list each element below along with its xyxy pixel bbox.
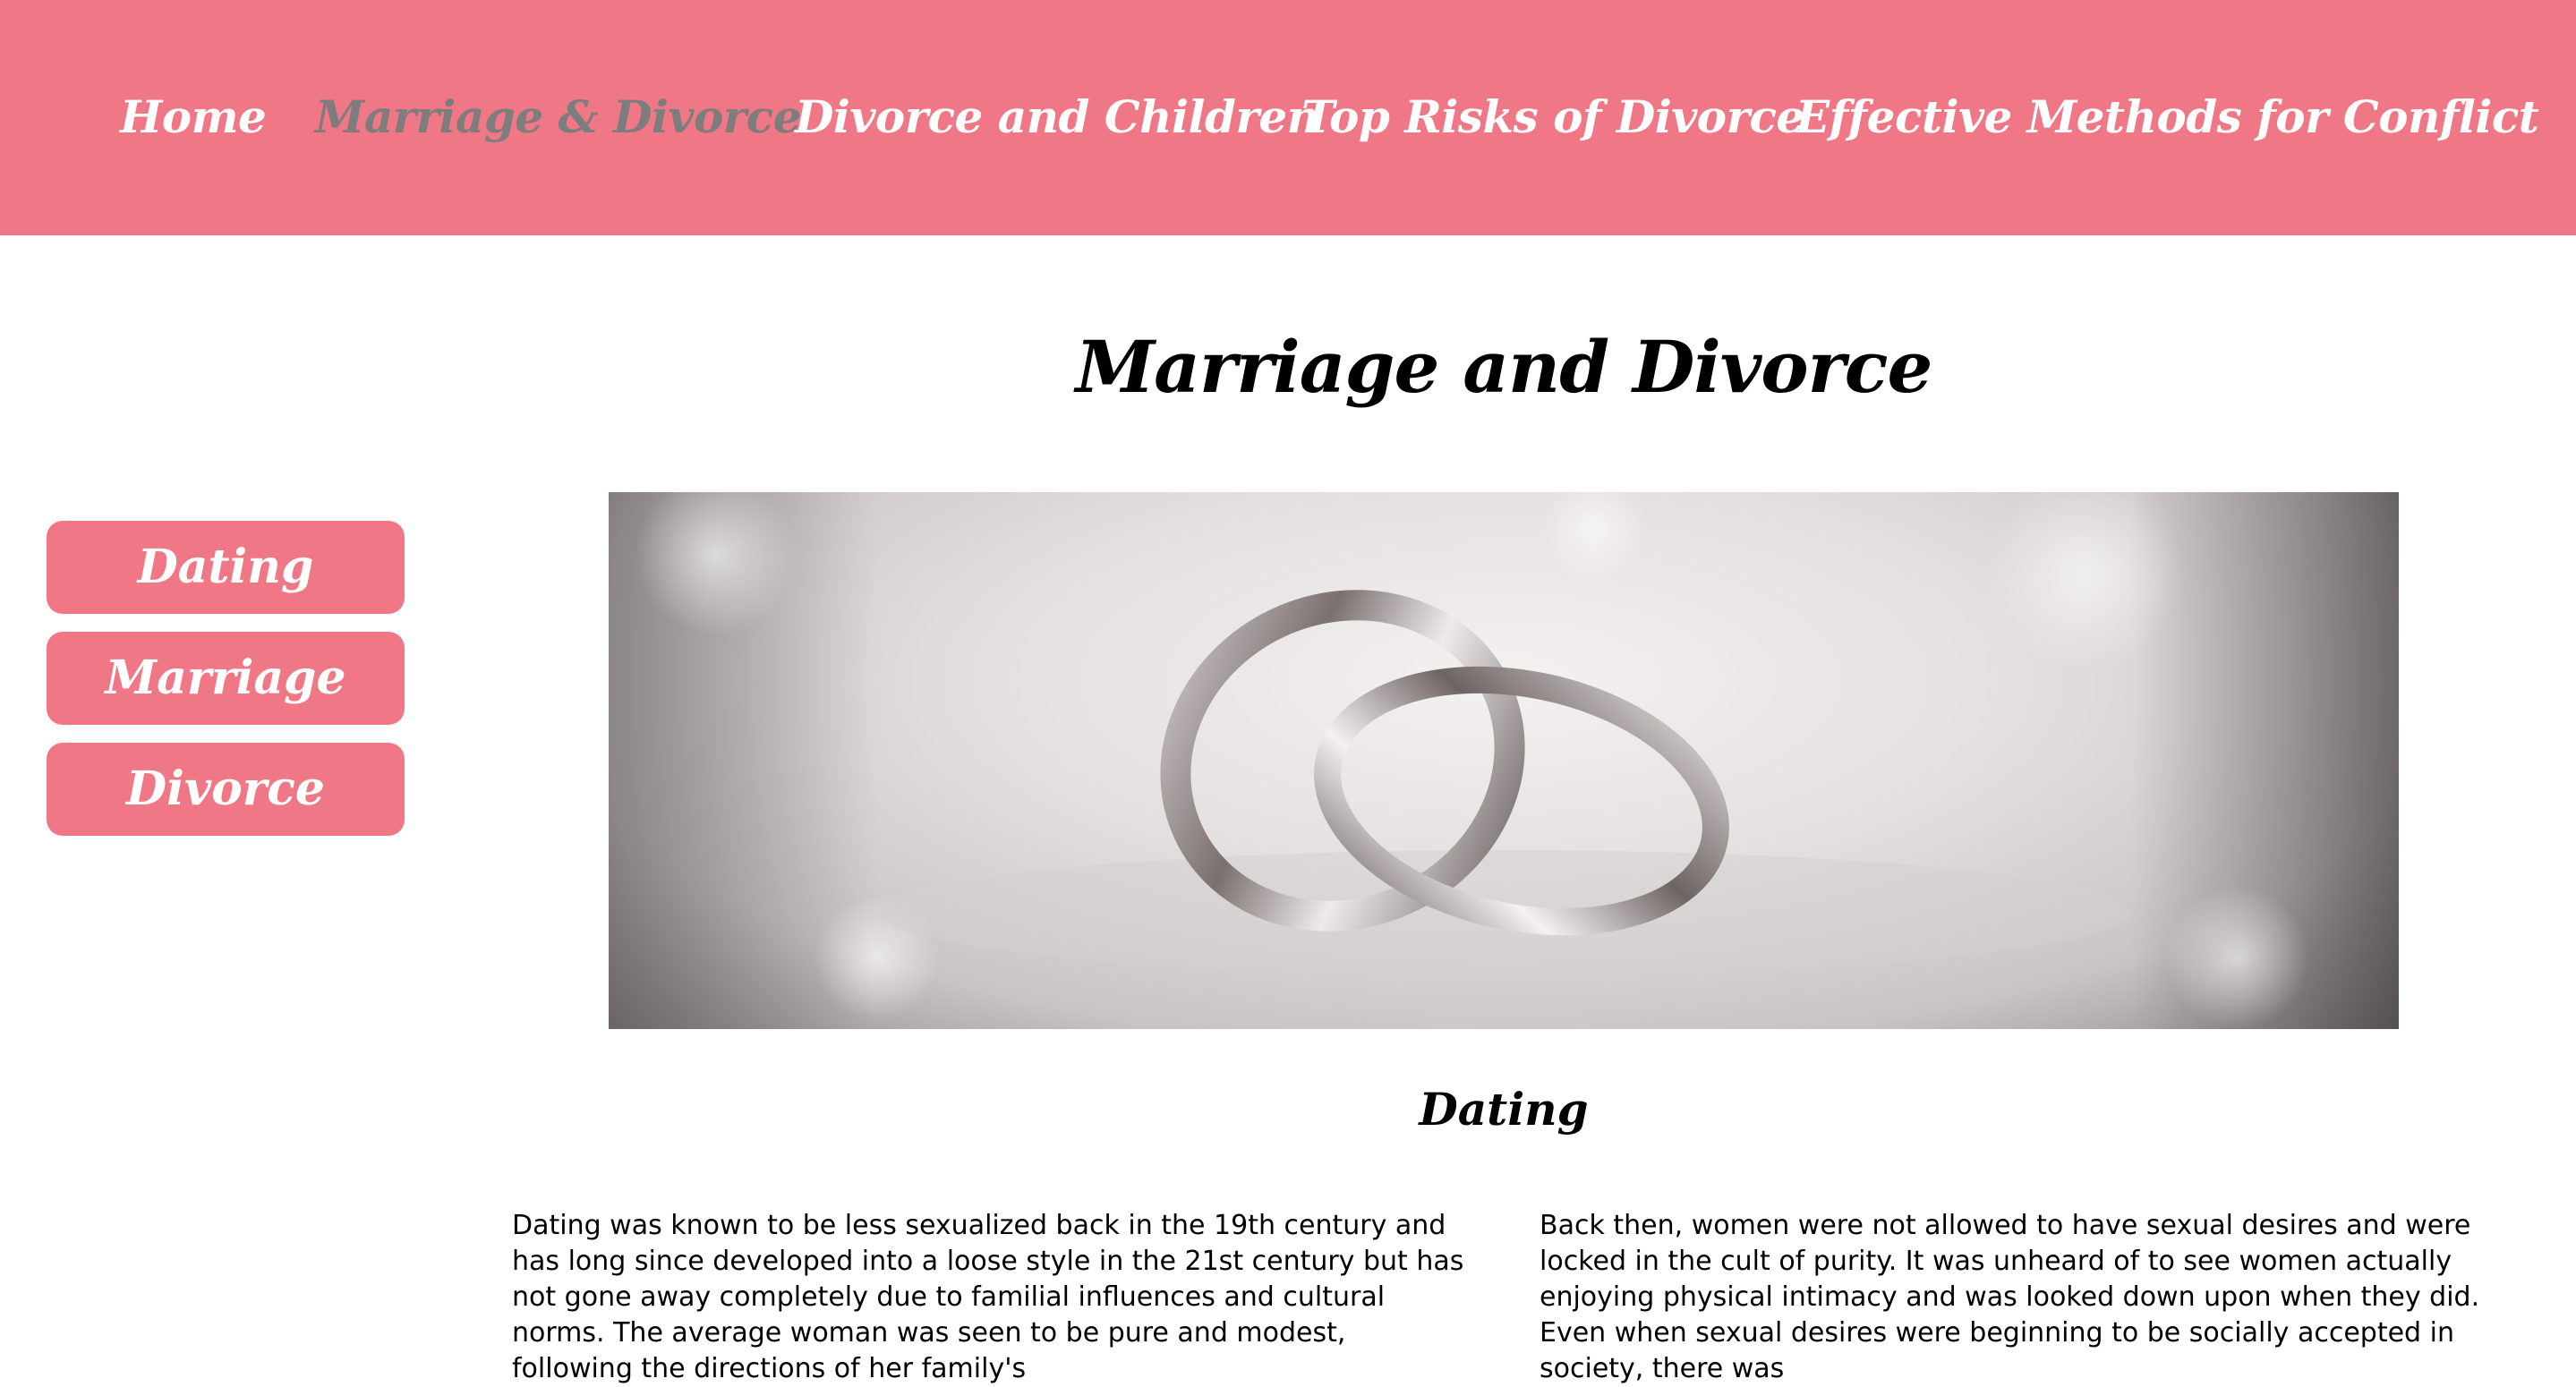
nav-link-marriage-divorce[interactable]: Marriage & Divorce	[315, 86, 801, 149]
nav-link-effective-methods[interactable]: Effective Methods for Conflict	[1796, 86, 2539, 149]
hero-image-wedding-rings	[609, 492, 2399, 1029]
wedding-rings-illustration	[609, 492, 2399, 1029]
section-heading-dating: Dating	[1419, 1083, 1589, 1136]
sidebar-button-divorce[interactable]: Divorce	[47, 743, 405, 836]
sidebar-button-marriage[interactable]: Marriage	[47, 632, 405, 725]
nav-link-divorce-children[interactable]: Divorce and Children	[795, 86, 1319, 149]
top-navigation: Home Marriage & Divorce Divorce and Chil…	[0, 0, 2576, 235]
paragraph-right: Back then, women were not allowed to hav…	[1540, 1210, 2480, 1384]
page-title: Marriage and Divorce	[1075, 325, 1933, 409]
nav-link-top-risks[interactable]: Top Risks of Divorce	[1301, 86, 1804, 149]
paragraph-left: Dating was known to be less sexualized b…	[512, 1210, 1464, 1384]
sidebar-button-dating[interactable]: Dating	[47, 521, 405, 614]
nav-link-home[interactable]: Home	[120, 86, 267, 149]
